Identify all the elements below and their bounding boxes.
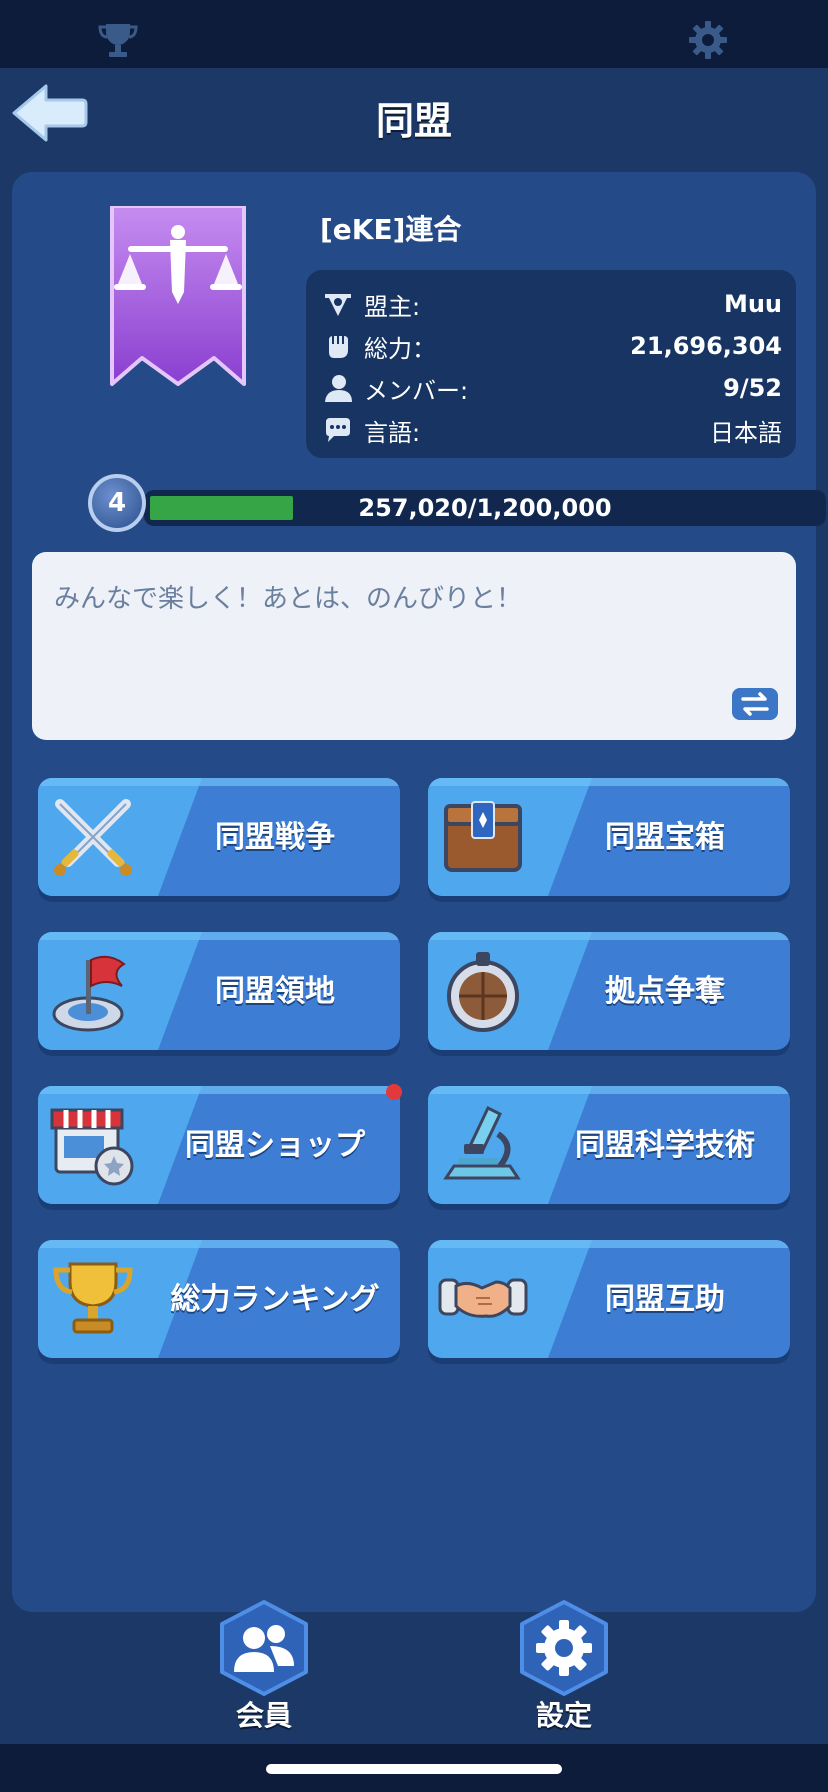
- xp-progress-text: 257,020/1,200,000: [358, 494, 612, 522]
- member-icon: [325, 375, 352, 402]
- info-label-language: 言語:: [364, 418, 421, 447]
- info-row-members: メンバー: 9/52: [322, 368, 782, 408]
- info-value-language: 日本語: [710, 418, 782, 447]
- stronghold-contest-button[interactable]: 拠点争奪: [428, 932, 790, 1050]
- territory-flag-icon: [52, 955, 126, 1032]
- info-row-language: 言語: 日本語: [322, 410, 782, 450]
- alliance-territory-label: 同盟領地: [215, 974, 335, 1009]
- gear-icon[interactable]: [686, 18, 730, 62]
- leader-shield-icon: [325, 294, 351, 316]
- info-value-members: 9/52: [723, 374, 782, 402]
- members-tab[interactable]: 会員: [212, 1600, 316, 1732]
- info-label-leader: 盟主:: [364, 292, 421, 321]
- alliance-help-button[interactable]: 同盟互助: [428, 1240, 790, 1358]
- header-bar: 同盟: [0, 68, 828, 164]
- power-ranking-label: 総力ランキング: [170, 1282, 380, 1317]
- alliance-war-label: 同盟戦争: [215, 820, 335, 855]
- alliance-chest-label: 同盟宝箱: [605, 820, 725, 855]
- microscope-icon: [443, 1105, 521, 1180]
- alliance-level-progress: 257,020/1,200,000 4: [88, 474, 826, 532]
- info-label-power: 総力：: [364, 334, 436, 363]
- alliance-motto-box: みんなで楽しく！あとは、のんびりと！: [32, 552, 796, 740]
- settings-tab[interactable]: 設定: [512, 1600, 616, 1732]
- info-value-leader[interactable]: Muu: [724, 290, 782, 318]
- fist-icon: [329, 336, 348, 358]
- shop-icon: [50, 1108, 134, 1186]
- power-ranking-button[interactable]: 総力ランキング: [38, 1240, 400, 1358]
- alliance-territory-button[interactable]: 同盟領地: [38, 932, 400, 1050]
- info-row-power: 総力： 21,696,304: [322, 326, 782, 366]
- settings-tab-label: 設定: [535, 1699, 592, 1732]
- alliance-help-label: 同盟互助: [605, 1282, 725, 1317]
- shop-notification-dot: [386, 1084, 402, 1100]
- members-icon: [220, 1600, 308, 1696]
- trophy-cup-icon: [53, 1262, 133, 1334]
- info-label-members: メンバー:: [364, 376, 469, 405]
- handshake-icon: [438, 1278, 528, 1318]
- stronghold-contest-label: 拠点争奪: [605, 974, 725, 1009]
- translate-swap-icon[interactable]: [732, 688, 778, 720]
- members-tab-label: 会員: [235, 1699, 292, 1732]
- stronghold-icon: [447, 952, 519, 1032]
- bottom-tab-bar: [0, 1612, 828, 1744]
- alliance-banner-emblem: [110, 206, 246, 386]
- info-row-leader: 盟主: Muu: [322, 284, 782, 324]
- alliance-war-button[interactable]: 同盟戦争: [38, 778, 400, 896]
- alliance-level-badge: 4: [88, 474, 146, 532]
- alliance-chest-button[interactable]: 同盟宝箱: [428, 778, 790, 896]
- info-value-power: 21,696,304: [630, 332, 782, 360]
- treasure-chest-icon: [444, 801, 522, 872]
- page-title: 同盟: [375, 99, 452, 143]
- alliance-tech-button[interactable]: 同盟科学技術: [428, 1086, 790, 1204]
- top-status-strip: [0, 0, 828, 68]
- chat-bubble-icon: [326, 418, 350, 442]
- xp-progress-bar: 257,020/1,200,000: [144, 490, 826, 526]
- alliance-shop-button[interactable]: 同盟ショップ: [38, 1086, 400, 1204]
- home-indicator[interactable]: [266, 1764, 562, 1774]
- trophy-icon[interactable]: [96, 18, 140, 62]
- alliance-shop-label: 同盟ショップ: [185, 1128, 365, 1163]
- alliance-motto-text: みんなで楽しく！あとは、のんびりと！: [54, 584, 523, 614]
- alliance-tech-label: 同盟科学技術: [575, 1128, 755, 1163]
- alliance-name: [eKE]連合: [320, 213, 462, 246]
- settings-gear-icon: [520, 1600, 608, 1696]
- crossed-swords-icon: [54, 799, 132, 876]
- alliance-info-box: 盟主: Muu 総力： 21,696,304 メンバー: 9/52 言語: 日本…: [306, 270, 796, 458]
